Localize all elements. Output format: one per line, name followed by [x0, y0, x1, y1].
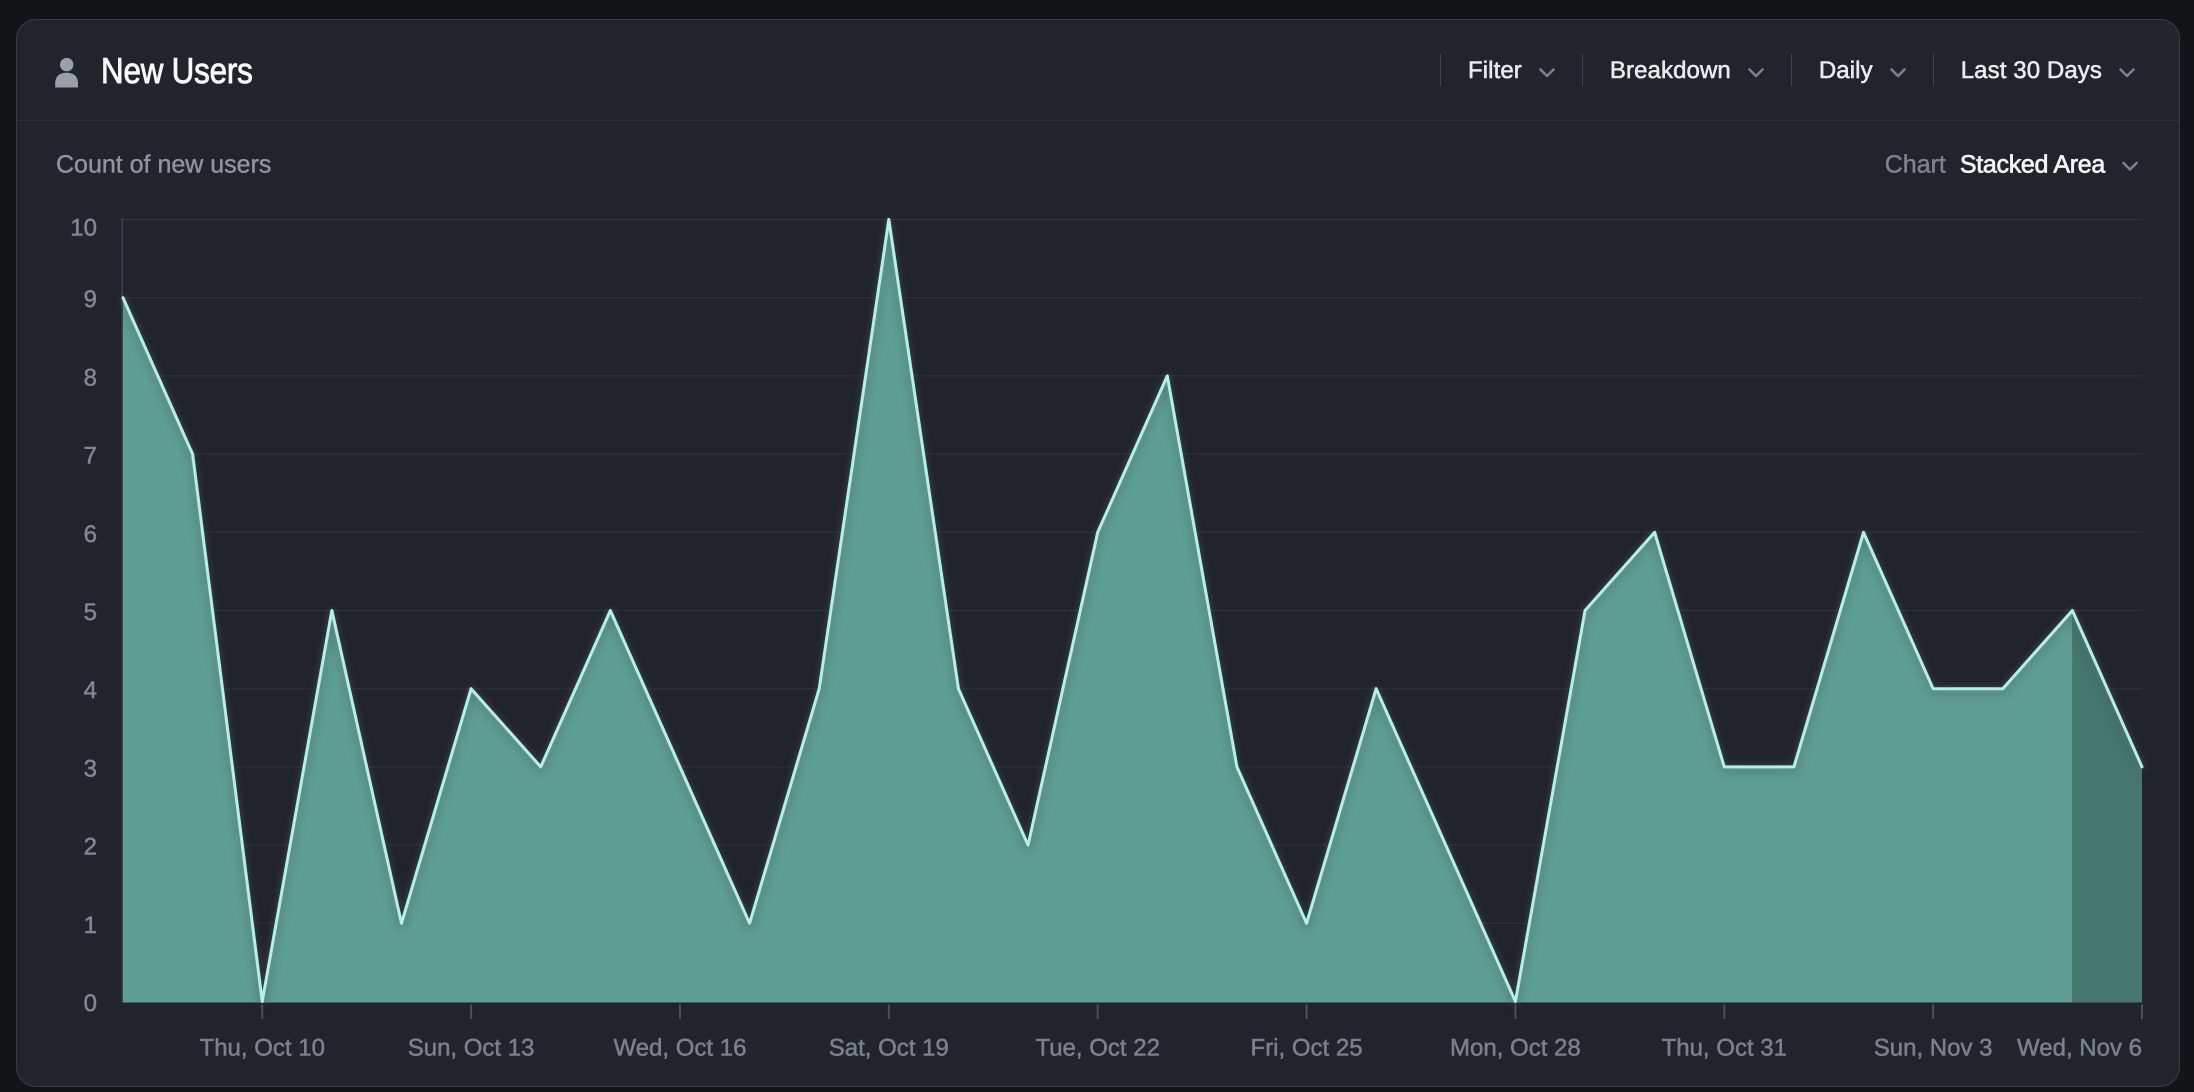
person-icon — [54, 57, 79, 88]
chevron-down-icon — [1539, 68, 1555, 78]
card-title: New Users — [101, 50, 253, 92]
chevron-down-icon — [1890, 68, 1906, 78]
subheader: Count of new users Chart Stacked Area — [17, 122, 2179, 210]
chart-select-label: Chart — [1885, 151, 1946, 180]
interval-label: Daily — [1819, 57, 1873, 85]
chevron-down-icon — [1748, 68, 1764, 78]
card-header: New Users Filter Breakdown Daily Last 30… — [17, 20, 2179, 121]
date-range-dropdown[interactable]: Last 30 Days — [1934, 57, 2135, 85]
date-range-label: Last 30 Days — [1961, 57, 2102, 85]
chart-type-dropdown[interactable]: Chart Stacked Area — [1885, 151, 2138, 180]
filter-dropdown[interactable]: Filter — [1441, 57, 1582, 85]
chevron-down-icon — [2122, 162, 2138, 172]
breakdown-dropdown[interactable]: Breakdown — [1583, 57, 1791, 85]
header-controls: Filter Breakdown Daily Last 30 Days — [1440, 37, 2135, 105]
chart-select-value: Stacked Area — [1960, 151, 2105, 180]
metric-label: Count of new users — [56, 151, 271, 180]
insight-card: New Users Filter Breakdown Daily Last 30… — [16, 19, 2180, 1087]
interval-dropdown[interactable]: Daily — [1792, 57, 1933, 85]
filter-label: Filter — [1468, 57, 1522, 85]
chevron-down-icon — [2119, 68, 2135, 78]
breakdown-label: Breakdown — [1610, 57, 1731, 85]
